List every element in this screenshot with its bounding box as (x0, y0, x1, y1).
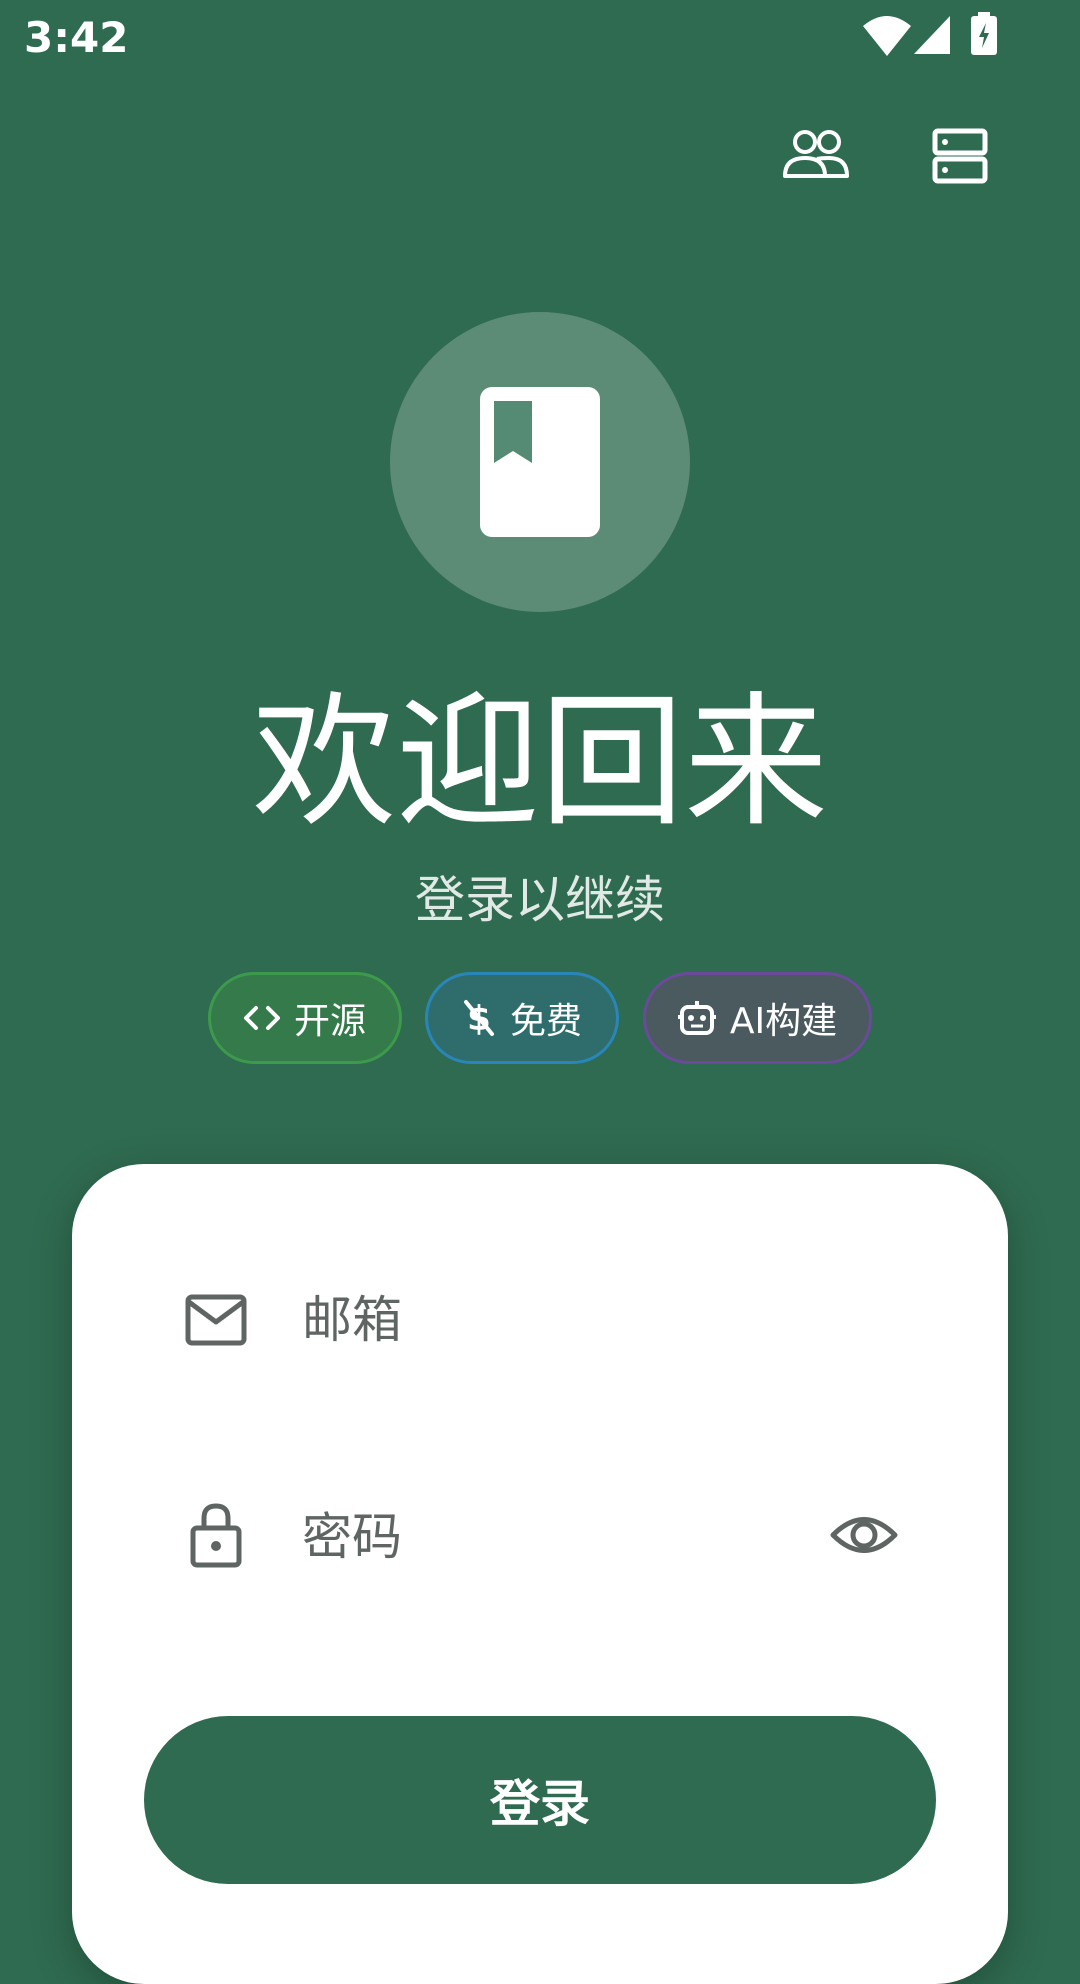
robot-icon (677, 1001, 716, 1035)
battery-charging-icon (971, 12, 997, 55)
chip-opensource-label: 开源 (293, 1001, 366, 1042)
server-button[interactable] (912, 108, 1008, 204)
code-icon (243, 1006, 280, 1030)
chip-opensource[interactable]: 开源 (208, 972, 402, 1064)
email-field[interactable]: 邮箱 (302, 1288, 402, 1352)
mail-icon (185, 1294, 247, 1346)
welcome-subtitle: 登录以继续 (415, 871, 665, 929)
cellular-signal-icon (914, 16, 950, 54)
server-icon (932, 128, 988, 184)
login-button[interactable]: 登录 (144, 1716, 936, 1884)
lock-icon (190, 1503, 242, 1568)
status-time: 3:42 (24, 13, 129, 62)
no-money-icon: $ (463, 999, 494, 1038)
users-icon (783, 130, 849, 178)
chip-ai-label: AI构建 (729, 1001, 838, 1042)
users-button[interactable] (768, 108, 864, 204)
chip-free[interactable]: $ 免费 (425, 972, 619, 1064)
chip-free-label: 免费 (509, 1001, 582, 1042)
wifi-icon (863, 16, 911, 56)
welcome-title: 欢迎回来 (251, 678, 828, 846)
chip-ai[interactable]: AI构建 (643, 972, 872, 1064)
book-icon (480, 387, 600, 537)
eye-icon[interactable] (830, 1512, 898, 1558)
password-field[interactable]: 密码 (302, 1505, 402, 1569)
